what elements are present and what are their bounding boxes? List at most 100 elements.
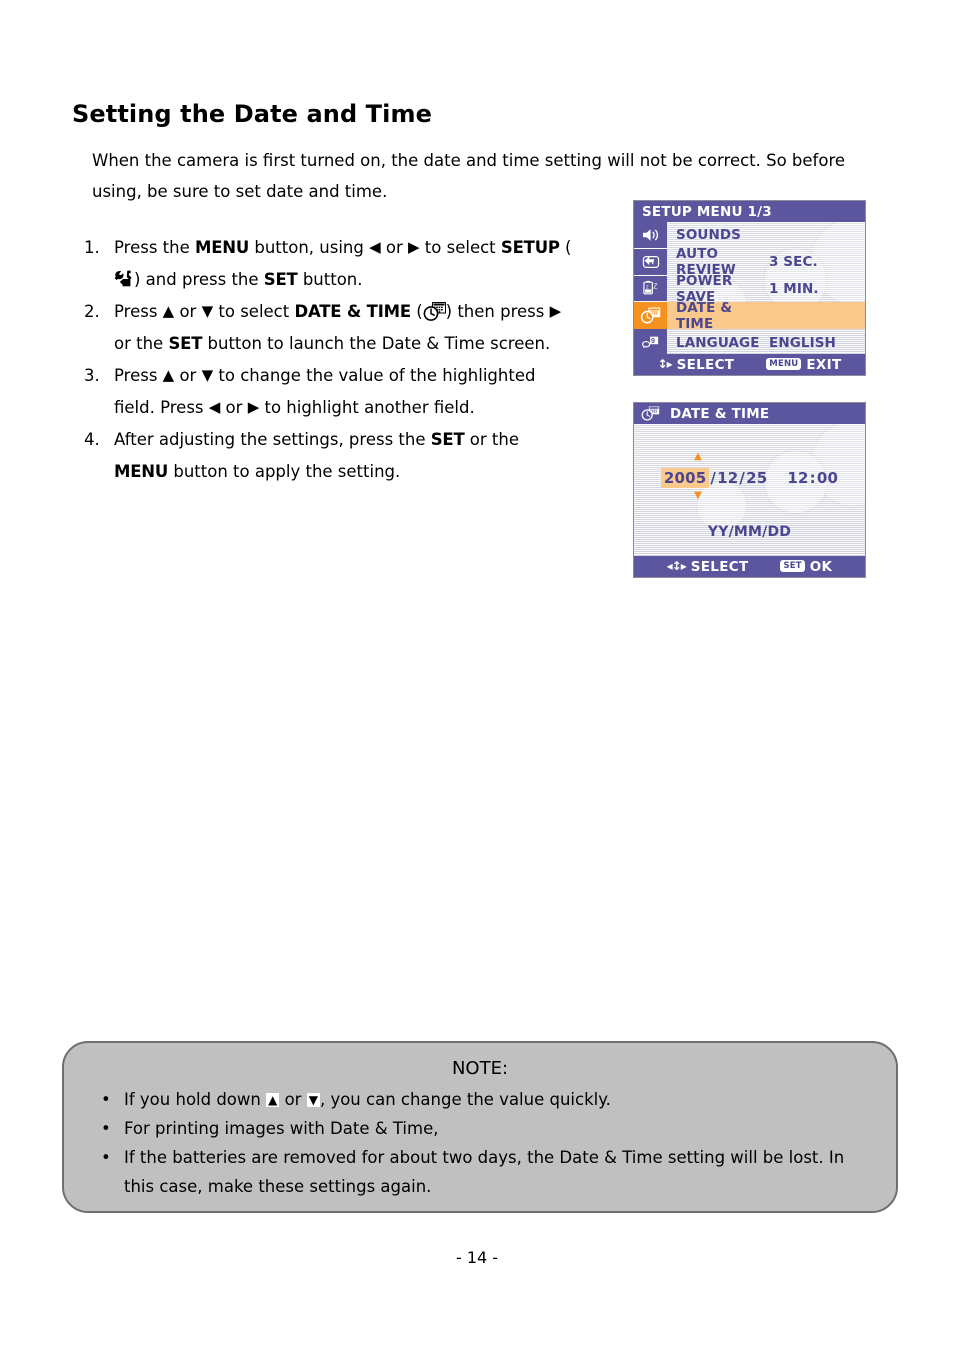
menu-item-label-date-time: DATE & TIME — [676, 299, 733, 332]
page-footer: - 14 - — [455, 1248, 499, 1267]
select-label: SELECT — [676, 356, 735, 373]
menu-label-cell-power-save: POWER SAVE 1 MIN. — [667, 273, 865, 305]
arrow-down-icon: ▼ — [306, 1093, 320, 1107]
step-2-text: Press ▲ or ▼ to select DATE & TIME ( ) t… — [114, 296, 574, 360]
menu-item-label-language: LANGUAGE — [676, 334, 760, 351]
menu-row-language[interactable]: 9 LANGUAGE ENGLISH — [634, 329, 865, 356]
menu-item-value-language: ENGLISH — [769, 334, 836, 351]
step-4: 4. After adjusting the settings, press t… — [84, 424, 574, 488]
step-1-part1: Press the — [114, 238, 195, 257]
note-item-1-part2: or — [279, 1090, 307, 1109]
step-1-part2: button, using — [249, 238, 370, 257]
menu-key-label: MENU — [195, 238, 250, 257]
setup-tools-icon — [114, 266, 134, 287]
note-list: • If you hold down ▲ or ▼, you can change… — [64, 1085, 896, 1201]
step-1-part4: to select — [419, 238, 501, 257]
month-field[interactable]: 12 — [717, 469, 738, 487]
set-key-label: SET — [263, 270, 298, 289]
date-time-icon — [423, 300, 446, 321]
step-1-text: Press the MENU button, using ◀ or ▶ to s… — [114, 232, 574, 296]
step-3-part2: or — [174, 366, 202, 385]
date-time-value-row: 2005 / 12 / 25 12 : 00 — [634, 468, 865, 488]
instruction-steps: 1. Press the MENU button, using ◀ or ▶ t… — [84, 232, 574, 488]
step-4-number: 4. — [84, 430, 100, 449]
setup-menu-title-bar: SETUP MENU 1/3 — [634, 201, 865, 222]
step-3-part5: to highlight another field. — [259, 398, 475, 417]
date-time-key-label: DATE & TIME — [294, 302, 411, 321]
ok-label: OK — [809, 558, 833, 575]
bullet-icon: • — [101, 1119, 111, 1138]
date-format-label[interactable]: YY/MM/DD — [634, 524, 865, 540]
hour-field[interactable]: 12 — [787, 469, 808, 487]
caret-up-icon[interactable]: ▲ — [676, 452, 720, 462]
menu-label-cell-auto-review: AUTO REVIEW 3 SEC. — [667, 246, 865, 278]
step-2-part4: ( — [410, 302, 423, 321]
date-time-status-bar: ◂↕▸ SELECT SET OK — [634, 556, 865, 577]
exit-label: EXIT — [806, 356, 842, 373]
arrow-up-icon: ▲ — [266, 1093, 280, 1107]
bullet-icon: • — [101, 1090, 111, 1109]
step-2-part6: or the — [114, 334, 169, 353]
step-1-number: 1. — [84, 238, 100, 257]
intro-paragraph: When the camera is first turned on, the … — [92, 151, 846, 201]
step-1-part5: ( — [559, 238, 572, 257]
step-1-part7: button. — [297, 270, 363, 289]
arrow-right-icon: ▶ — [549, 302, 562, 320]
setup-key-label: SETUP — [500, 238, 560, 257]
date-time-icon — [641, 405, 660, 422]
step-2-part2: or — [174, 302, 202, 321]
set-key-label: SET — [168, 334, 203, 353]
day-field[interactable]: 25 — [746, 469, 767, 487]
speaker-icon — [634, 222, 667, 249]
menu-item-label-sounds: SOUNDS — [676, 227, 741, 244]
power-save-icon: z Z — [634, 275, 667, 303]
menu-badge: MENU — [766, 357, 802, 370]
menu-row-auto-review[interactable]: AUTO REVIEW 3 SEC. — [634, 246, 865, 278]
note-item-1: • If you hold down ▲ or ▼, you can change… — [98, 1085, 866, 1114]
date-separator-1: / — [710, 469, 717, 487]
menu-label-cell-language: LANGUAGE ENGLISH — [667, 329, 865, 356]
step-4-part1: After adjusting the settings, press the — [114, 430, 431, 449]
note-item-3-text: If the batteries are removed for about t… — [124, 1148, 845, 1196]
minute-field[interactable]: 00 — [817, 469, 838, 487]
date-time-title-bar: DATE & TIME — [634, 403, 865, 424]
caret-down-icon[interactable]: ▼ — [676, 491, 720, 501]
year-field[interactable]: 2005 — [660, 468, 710, 488]
note-item-2: • For printing images with Date & Time, — [98, 1114, 866, 1143]
step-1-part6: ) and press the — [134, 270, 264, 289]
menu-row-sounds[interactable]: SOUNDS — [634, 222, 865, 249]
menu-row-date-time[interactable]: DATE & TIME — [634, 299, 865, 332]
date-time-icon — [634, 302, 667, 330]
menu-row-power-save[interactable]: z Z POWER SAVE 1 MIN. — [634, 273, 865, 305]
menu-item-value-power-save: 1 MIN. — [769, 280, 819, 297]
arrow-up-icon: ▲ — [162, 302, 175, 320]
bullet-icon: • — [101, 1148, 111, 1167]
step-4-part3: button to apply the setting. — [168, 462, 401, 481]
arrow-down-icon: ▼ — [201, 366, 214, 384]
step-3-number: 3. — [84, 366, 100, 385]
menu-label-cell-sounds: SOUNDS — [667, 222, 865, 249]
step-2-number: 2. — [84, 302, 100, 321]
menu-key-label: MENU — [114, 462, 169, 481]
note-item-2-text: For printing images with Date & Time, — [124, 1119, 439, 1138]
select-label: SELECT — [690, 558, 749, 575]
step-1: 1. Press the MENU button, using ◀ or ▶ t… — [84, 232, 574, 296]
updown-right-nav-icon: ↕▸ — [657, 356, 673, 371]
date-time-title: DATE & TIME — [670, 405, 770, 422]
arrow-down-icon: ▼ — [201, 302, 214, 320]
page-title: Setting the Date and Time — [72, 100, 432, 128]
arrow-up-icon: ▲ — [162, 366, 175, 384]
step-1-part3: or — [380, 238, 409, 257]
arrow-right-icon: ▶ — [408, 238, 420, 256]
step-3-text: Press ▲ or ▼ to change the value of the … — [114, 360, 574, 424]
step-2-part7: button to launch the Date & Time screen. — [202, 334, 551, 353]
four-way-nav-icon: ◂↕▸ — [666, 558, 687, 573]
note-item-1-part3: , you can change the value quickly. — [319, 1090, 611, 1109]
step-4-part2: or the — [464, 430, 520, 449]
svg-text:z: z — [646, 285, 649, 291]
set-badge: SET — [780, 559, 805, 572]
step-3-part4: or — [220, 398, 248, 417]
setup-menu-status-bar: ↕▸ SELECT MENU EXIT — [634, 354, 865, 375]
note-title: NOTE: — [451, 1058, 509, 1079]
date-separator-2: / — [739, 469, 746, 487]
